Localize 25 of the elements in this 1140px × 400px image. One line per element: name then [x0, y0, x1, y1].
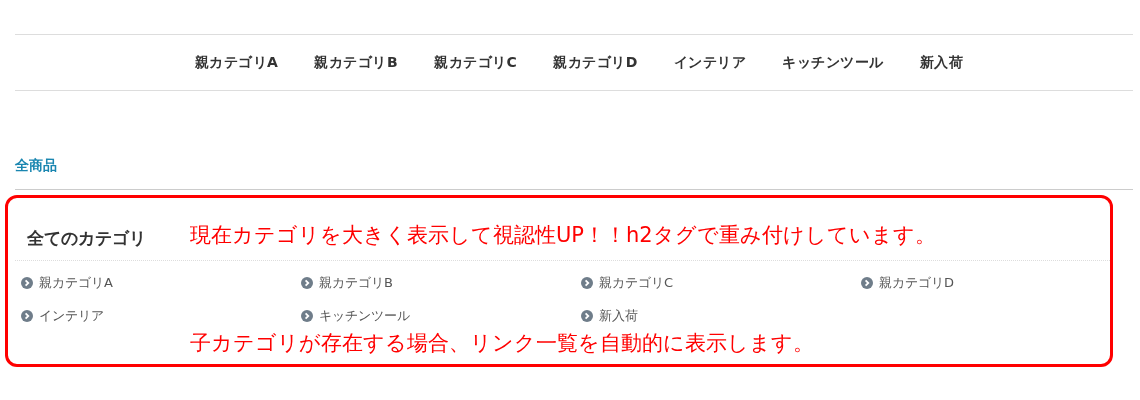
nav-link[interactable]: 親カテゴリA: [194, 53, 279, 72]
category-heading: 全てのカテゴリ: [27, 226, 147, 250]
nav-link[interactable]: 親カテゴリB: [314, 53, 399, 72]
category-link[interactable]: 親カテゴリA: [21, 274, 301, 292]
category-link[interactable]: キッチンツール: [301, 307, 581, 325]
nav-link[interactable]: 親カテゴリC: [434, 53, 518, 72]
chevron-icon: [301, 277, 313, 289]
annotation-text: 現在カテゴリを大きく表示して視認性UP！！h2タグで重み付けしています。: [190, 222, 936, 249]
category-link[interactable]: 新入荷: [581, 307, 861, 325]
chevron-icon: [21, 310, 33, 322]
category-link[interactable]: 親カテゴリC: [581, 274, 861, 292]
category-link[interactable]: インテリア: [21, 307, 301, 325]
chevron-icon: [301, 310, 313, 322]
breadcrumb-link[interactable]: 全商品: [15, 157, 57, 173]
chevron-icon: [581, 310, 593, 322]
annotation-text: 子カテゴリが存在する場合、リンク一覧を自動的に表示します。: [190, 331, 814, 355]
nav-link[interactable]: 新入荷: [919, 53, 964, 72]
nav-link[interactable]: インテリア: [673, 53, 747, 72]
category-link[interactable]: 親カテゴリD: [861, 274, 1140, 292]
category-link[interactable]: 親カテゴリB: [301, 274, 581, 292]
nav-link[interactable]: 親カテゴリD: [553, 53, 638, 72]
chevron-icon: [581, 277, 593, 289]
nav-link[interactable]: キッチンツール: [782, 53, 884, 72]
chevron-icon: [861, 277, 873, 289]
chevron-icon: [21, 277, 33, 289]
